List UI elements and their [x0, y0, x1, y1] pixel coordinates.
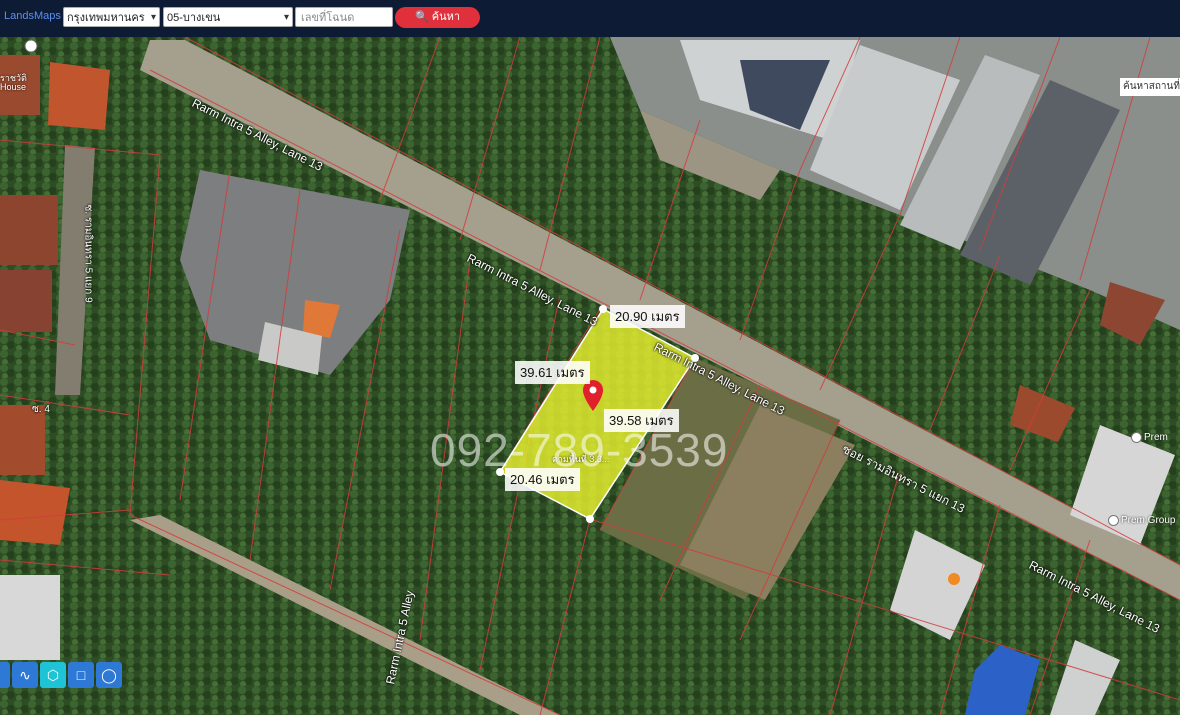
- poi-marker-icon[interactable]: [24, 39, 38, 53]
- house-roof: [0, 270, 52, 332]
- house-roof: [0, 480, 70, 545]
- deed-number-placeholder: เลขที่โฉนด: [301, 12, 355, 24]
- poi-prem[interactable]: Prem: [1131, 432, 1168, 443]
- map-view[interactable]: ราชวัติ House ค้นหาสถานที่ Rarm Intra 5 …: [0, 37, 1180, 715]
- chevron-down-icon: ▾: [283, 12, 289, 23]
- search-icon: 🔍: [414, 11, 429, 23]
- road-label: ซ. 4: [32, 404, 50, 415]
- line-icon: ∿: [19, 667, 31, 683]
- phone-watermark: 092-789-3539: [430, 424, 729, 476]
- chevron-down-icon: ▾: [150, 12, 156, 23]
- select-tool-button[interactable]: [0, 662, 10, 688]
- province-select-value: กรุงเทพมหานคร: [67, 12, 145, 24]
- deed-number-input[interactable]: เลขที่โฉนด: [295, 7, 393, 27]
- dimension-top: 20.90 เมตร: [610, 305, 685, 328]
- parcel-vertex[interactable]: [586, 515, 594, 523]
- building-roof: [0, 575, 60, 660]
- rectangle-icon: □: [76, 667, 86, 683]
- province-select[interactable]: กรุงเทพมหานคร ▾: [63, 7, 160, 27]
- polygon-icon: ⬡: [46, 667, 60, 683]
- app-logo[interactable]: LandsMaps: [4, 10, 61, 22]
- house-roof: [0, 195, 58, 265]
- house-roof: [48, 62, 110, 130]
- draw-rectangle-button[interactable]: □: [68, 662, 94, 688]
- draw-circle-button[interactable]: ◯: [96, 662, 122, 688]
- search-button-label: ค้นหา: [431, 11, 461, 23]
- search-button[interactable]: 🔍 ค้นหา: [395, 7, 480, 28]
- place-search-input[interactable]: ค้นหาสถานที่: [1120, 78, 1180, 96]
- poi-marker-icon: [1108, 515, 1119, 526]
- poi-marker-icon: [1131, 432, 1142, 443]
- satellite-map: [0, 37, 1180, 715]
- parcel-vertex[interactable]: [599, 305, 607, 313]
- poi-marker-icon[interactable]: [948, 573, 960, 585]
- circle-icon: ◯: [101, 667, 117, 683]
- district-select-value: 05-บางเขน: [167, 12, 221, 24]
- poi-house-label[interactable]: ราชวัติ House: [0, 74, 28, 98]
- top-bar: LandsMaps กรุงเทพมหานคร ▾ 05-บางเขน ▾ เล…: [0, 0, 1180, 37]
- poi-prem-group[interactable]: Prem Group: [1108, 515, 1175, 526]
- road-label: ซ. รามอินทรา 5 แยก 9: [82, 204, 94, 303]
- district-select[interactable]: 05-บางเขน ▾: [163, 7, 293, 27]
- dimension-left: 39.61 เมตร: [515, 361, 590, 384]
- draw-polygon-button[interactable]: ⬡: [40, 662, 66, 688]
- draw-line-button[interactable]: ∿: [12, 662, 38, 688]
